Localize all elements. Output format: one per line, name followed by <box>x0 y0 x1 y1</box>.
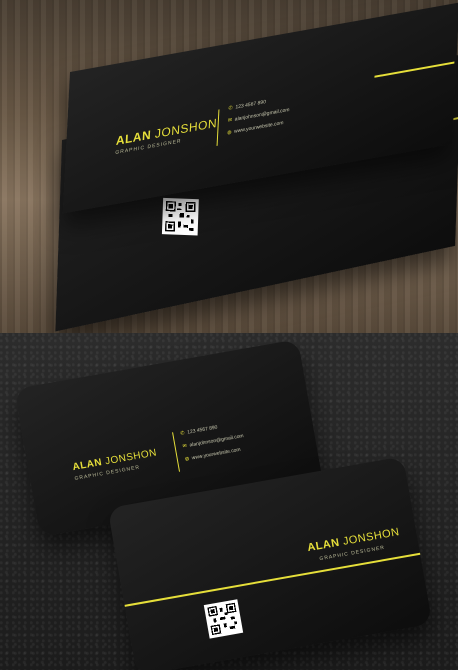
asphalt-scene: ALAN JONSHON GRAPHIC DESIGNER ✆ 123 4567 … <box>0 333 458 670</box>
card-divider <box>172 432 181 472</box>
accent-line <box>374 61 455 78</box>
wood-table-scene: ALAN JONSHON GRAPHIC DESIGNER ALAN JONSH… <box>0 0 458 333</box>
website-line: ◍ www.yourwebsite.com <box>184 446 242 463</box>
accent-line <box>124 552 421 607</box>
phone-line: ✆ 123 4567 890 <box>228 99 267 112</box>
phone-line: ✆ 123 4567 890 <box>179 424 219 437</box>
qr-code <box>203 599 244 639</box>
qr-code <box>161 197 199 236</box>
